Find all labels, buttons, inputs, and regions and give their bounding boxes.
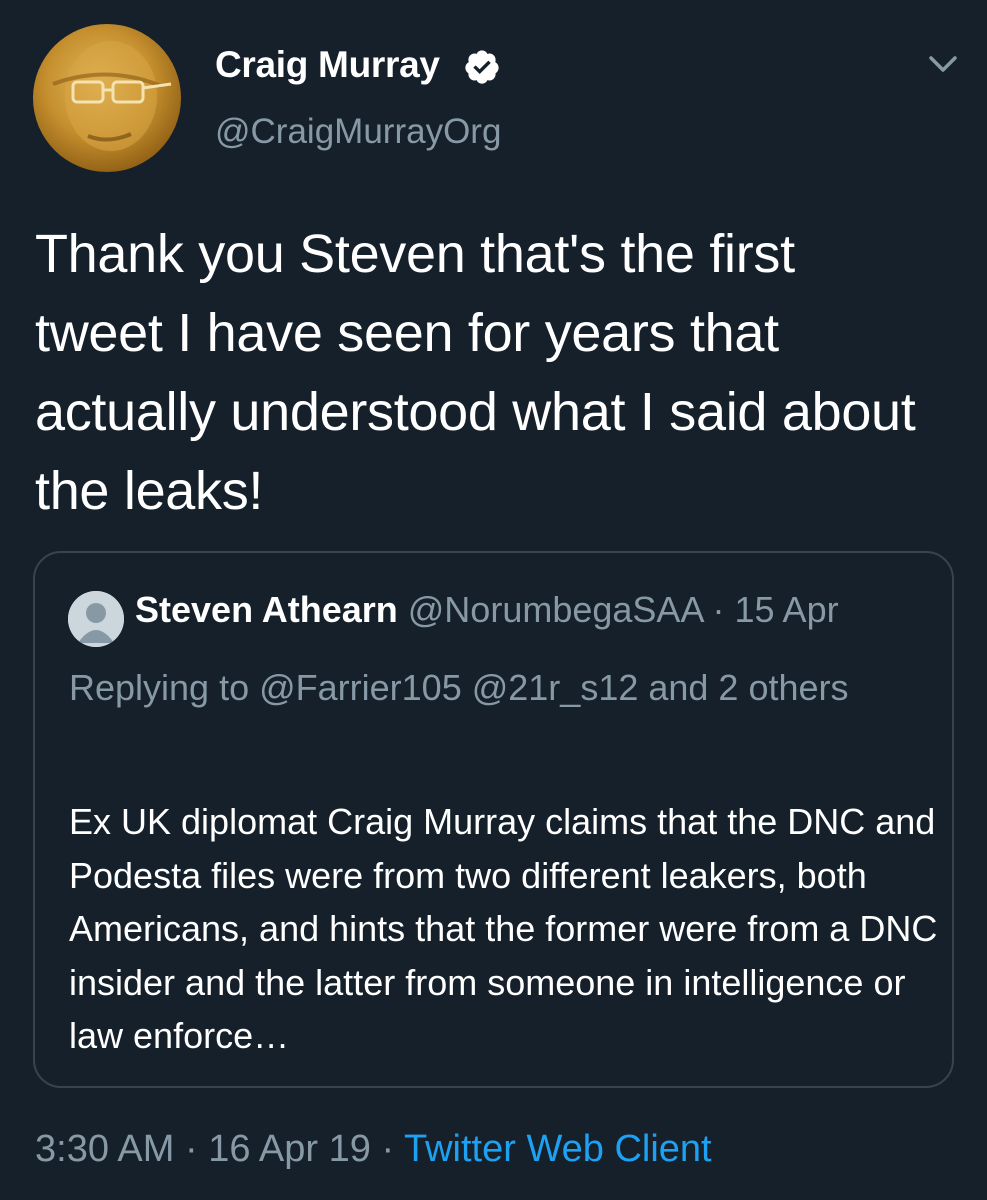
author-display-name[interactable]: Craig Murray: [215, 44, 440, 86]
author-handle[interactable]: @CraigMurrayOrg: [215, 112, 501, 152]
author-avatar[interactable]: [33, 24, 181, 172]
tweet-text: Thank you Steven that's the first tweet …: [35, 224, 916, 521]
quoted-tweet-card[interactable]: Steven Athearn @NorumbegaSAA · 15 Apr Re…: [33, 551, 954, 1088]
separator-dot: ·: [184, 1128, 198, 1170]
quoted-tweet-header: Steven Athearn @NorumbegaSAA · 15 Apr: [135, 589, 839, 631]
quoted-tweet-date[interactable]: 15 Apr: [735, 589, 839, 630]
tweet-date[interactable]: 16 Apr 19: [208, 1128, 371, 1170]
default-profile-icon: [68, 591, 124, 647]
quoted-author-handle[interactable]: @NorumbegaSAA: [408, 589, 703, 630]
quoted-author-name[interactable]: Steven Athearn: [135, 589, 398, 630]
separator-dot: ·: [381, 1128, 395, 1170]
chevron-down-icon[interactable]: [925, 50, 961, 78]
separator-dot: ·: [712, 589, 725, 630]
reply-context: Replying to @Farrier105 @21r_s12 and 2 o…: [69, 667, 849, 708]
tweet-metadata: 3:30 AM · 16 Apr 19 · Twitter Web Client: [35, 1128, 712, 1171]
quoted-tweet-text: Ex UK diplomat Craig Murray claims that …: [69, 801, 938, 1056]
tweet-time[interactable]: 3:30 AM: [35, 1128, 174, 1170]
tweet-source-client[interactable]: Twitter Web Client: [404, 1128, 712, 1170]
verified-badge-icon: [465, 50, 499, 84]
